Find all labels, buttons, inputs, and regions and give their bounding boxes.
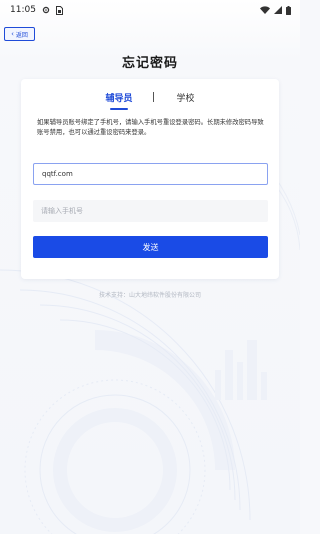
send-button[interactable]: 发送 [33, 236, 268, 258]
battery-icon [286, 5, 291, 15]
gear-icon [42, 6, 50, 14]
status-time: 11:05 [10, 5, 36, 15]
phone-placeholder: 请输入手机号 [41, 207, 83, 215]
tab-divider [152, 92, 154, 102]
phone-field[interactable]: 请输入手机号 [33, 200, 268, 222]
account-value: qqtf.com [42, 170, 73, 178]
page-title: 忘记密码 [121, 56, 178, 71]
back-button[interactable]: ‹ 返回 [4, 27, 35, 41]
signal-icon [274, 6, 282, 14]
sim-card-icon [55, 5, 63, 15]
chevron-left-icon: ‹ [11, 29, 14, 38]
role-tabs: 辅导员 学校 [21, 87, 279, 110]
back-button-label: 返回 [15, 31, 28, 39]
reset-card: 辅导员 学校 如果辅导员账号绑定了手机号，请输入手机号重设登录密码。长期未修改密… [21, 79, 279, 279]
tab-school[interactable]: 学校 [177, 89, 195, 106]
tab-counselor[interactable]: 辅导员 [105, 89, 133, 110]
forgot-password-screen: 11:05 ‹ 返回 忘记密码 辅导员 学校 如果辅导员账号绑定了手机号，请输入… [0, 0, 300, 534]
footer-credit: 技术支持：山大地纬软件股份有限公司 [98, 292, 201, 299]
wifi-icon [260, 6, 270, 14]
account-field[interactable]: qqtf.com [33, 163, 268, 185]
status-bar: 11:05 [0, 0, 300, 20]
hint-text: 如果辅导员账号绑定了手机号，请输入手机号重设登录密码。长期未修改密码导致账号禁用… [37, 119, 264, 136]
